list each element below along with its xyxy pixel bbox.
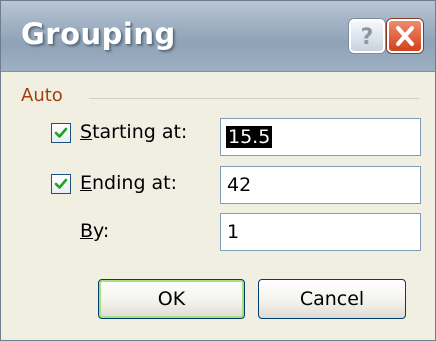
help-button[interactable]: ? (349, 19, 385, 53)
ending-at-mnemonic: E (80, 172, 93, 194)
ok-button[interactable]: OK (98, 279, 245, 319)
close-icon (396, 26, 414, 46)
checkmark-icon (54, 127, 68, 138)
starting-at-input[interactable]: 15.5 (220, 118, 421, 156)
ending-at-label: Ending at: (80, 172, 177, 194)
starting-at-checkbox[interactable] (51, 123, 71, 143)
by-label: By: (80, 220, 109, 242)
starting-at-value: 15.5 (226, 126, 273, 148)
by-value: 1 (227, 221, 240, 243)
starting-at-mnemonic: S (80, 121, 93, 143)
starting-at-label: Starting at: (80, 121, 187, 143)
ending-at-value: 42 (227, 174, 252, 196)
grouping-dialog: Grouping ? Auto Starting at: 15.5 Ending… (0, 0, 436, 341)
dialog-title: Grouping (21, 17, 176, 51)
svg-text:?: ? (361, 25, 374, 50)
by-input[interactable]: 1 (220, 213, 421, 251)
ending-at-input[interactable]: 42 (220, 166, 421, 204)
checkmark-icon (54, 178, 68, 189)
ending-at-label-text: nding at: (92, 172, 178, 194)
title-bar[interactable]: Grouping ? (1, 1, 435, 72)
ending-at-checkbox[interactable] (51, 174, 71, 194)
by-mnemonic: B (80, 220, 94, 242)
group-divider (89, 98, 419, 99)
close-button[interactable] (387, 19, 423, 53)
group-label-auto: Auto (21, 85, 63, 106)
cancel-button[interactable]: Cancel (258, 279, 406, 319)
starting-at-label-text: tarting at: (92, 121, 188, 143)
question-icon: ? (361, 25, 374, 50)
by-label-text: y: (93, 220, 110, 242)
